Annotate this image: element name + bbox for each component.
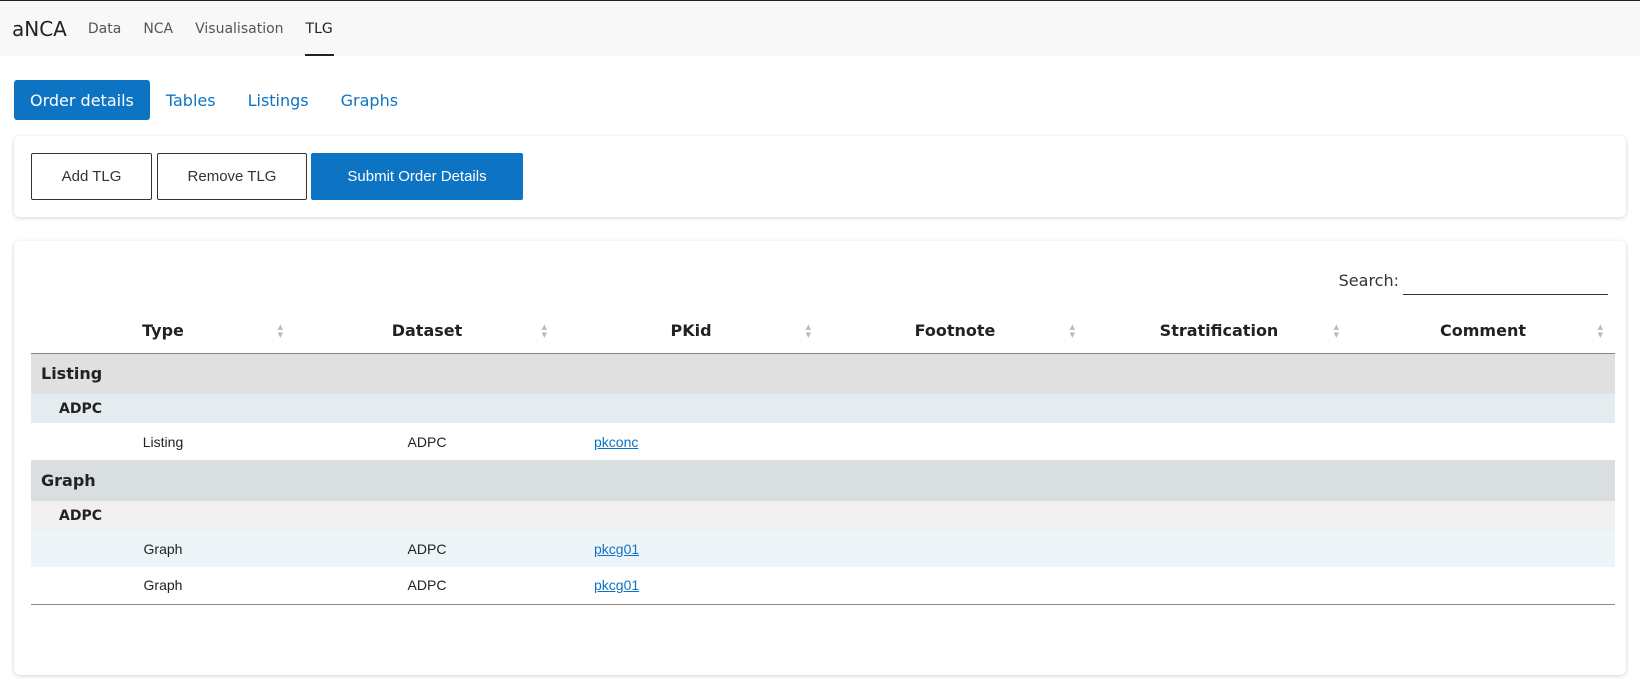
cell-dataset: ADPC <box>295 530 559 567</box>
cell-comment[interactable] <box>1351 530 1615 567</box>
remove-tlg-button[interactable]: Remove TLG <box>157 153 307 200</box>
cell-stratification[interactable] <box>1087 530 1351 567</box>
nav-tlg[interactable]: TLG <box>295 1 344 57</box>
sort-icon: ▲ ▼ <box>1597 322 1603 339</box>
cell-pkid: pkconc <box>559 423 823 460</box>
cell-pkid: pkcg01 <box>559 567 823 605</box>
tab-listings[interactable]: Listings <box>232 80 325 120</box>
tab-graphs[interactable]: Graphs <box>325 80 414 120</box>
cell-pkid: pkcg01 <box>559 530 823 567</box>
search-input[interactable] <box>1403 265 1608 295</box>
order-details-table: Type ▲ ▼ Dataset ▲ ▼ PKid ▲ ▼ Footnote ▲ ▼ Strat… <box>31 309 1615 605</box>
column-header-stratification[interactable]: Stratification ▲ ▼ <box>1087 309 1351 354</box>
table-row[interactable]: Graph ADPC pkcg01 <box>31 567 1615 605</box>
cell-footnote[interactable] <box>823 530 1087 567</box>
subgroup-row-adpc[interactable]: ADPC <box>31 394 1615 423</box>
column-header-pkid[interactable]: PKid ▲ ▼ <box>559 309 823 354</box>
cell-stratification[interactable] <box>1087 567 1351 605</box>
sort-icon: ▲ ▼ <box>277 322 283 339</box>
column-header-footnote[interactable]: Footnote ▲ ▼ <box>823 309 1087 354</box>
cell-type: Graph <box>31 530 295 567</box>
sort-icon: ▲ ▼ <box>805 322 811 339</box>
column-header-comment[interactable]: Comment ▲ ▼ <box>1351 309 1615 354</box>
search-area: Search: <box>1339 265 1608 295</box>
nav-data[interactable]: Data <box>77 1 132 57</box>
table-row[interactable]: Listing ADPC pkconc <box>31 423 1615 460</box>
submit-order-details-button[interactable]: Submit Order Details <box>311 153 523 200</box>
cell-dataset: ADPC <box>407 433 447 450</box>
sort-icon: ▲ ▼ <box>541 322 547 339</box>
tab-tables[interactable]: Tables <box>150 80 232 120</box>
pkid-link[interactable]: pkcg01 <box>594 577 639 593</box>
column-header-dataset[interactable]: Dataset ▲ ▼ <box>295 309 559 354</box>
sort-icon: ▲ ▼ <box>1333 322 1339 339</box>
tlg-subtabs: Order details Tables Listings Graphs <box>14 80 414 120</box>
table-header-row: Type ▲ ▼ Dataset ▲ ▼ PKid ▲ ▼ Footnote ▲ ▼ Strat… <box>31 309 1615 354</box>
nav-visualisation[interactable]: Visualisation <box>184 1 294 57</box>
cell-comment[interactable] <box>1351 567 1615 605</box>
order-table-card: Search: Type ▲ ▼ Dataset ▲ ▼ PKid ▲ ▼ Footnote… <box>14 241 1626 675</box>
cell-comment[interactable] <box>1351 423 1615 460</box>
table-row[interactable]: Graph ADPC pkcg01 <box>31 530 1615 567</box>
actions-card: Add TLG Remove TLG Submit Order Details <box>14 136 1626 217</box>
top-navbar: aNCA Data NCA Visualisation TLG <box>0 0 1640 56</box>
cell-footnote[interactable] <box>823 423 1087 460</box>
add-tlg-button[interactable]: Add TLG <box>31 153 152 200</box>
nav-nca[interactable]: NCA <box>132 1 184 57</box>
sort-icon: ▲ ▼ <box>1069 322 1075 339</box>
cell-type: Graph <box>31 567 295 605</box>
cell-stratification[interactable] <box>1087 423 1351 460</box>
search-label: Search: <box>1338 270 1399 290</box>
cell-footnote[interactable] <box>823 567 1087 605</box>
group-row-listing[interactable]: Listing <box>31 353 1615 394</box>
tab-order-details[interactable]: Order details <box>14 80 150 120</box>
cell-dataset: ADPC <box>295 567 559 605</box>
pkid-link[interactable]: pkconc <box>594 434 638 450</box>
column-header-type[interactable]: Type ▲ ▼ <box>31 309 295 354</box>
subgroup-row-adpc[interactable]: ADPC <box>31 501 1615 530</box>
group-row-graph[interactable]: Graph <box>31 460 1615 501</box>
cell-type: Listing <box>142 433 184 450</box>
app-brand[interactable]: aNCA <box>12 17 67 41</box>
pkid-link[interactable]: pkcg01 <box>594 541 639 557</box>
